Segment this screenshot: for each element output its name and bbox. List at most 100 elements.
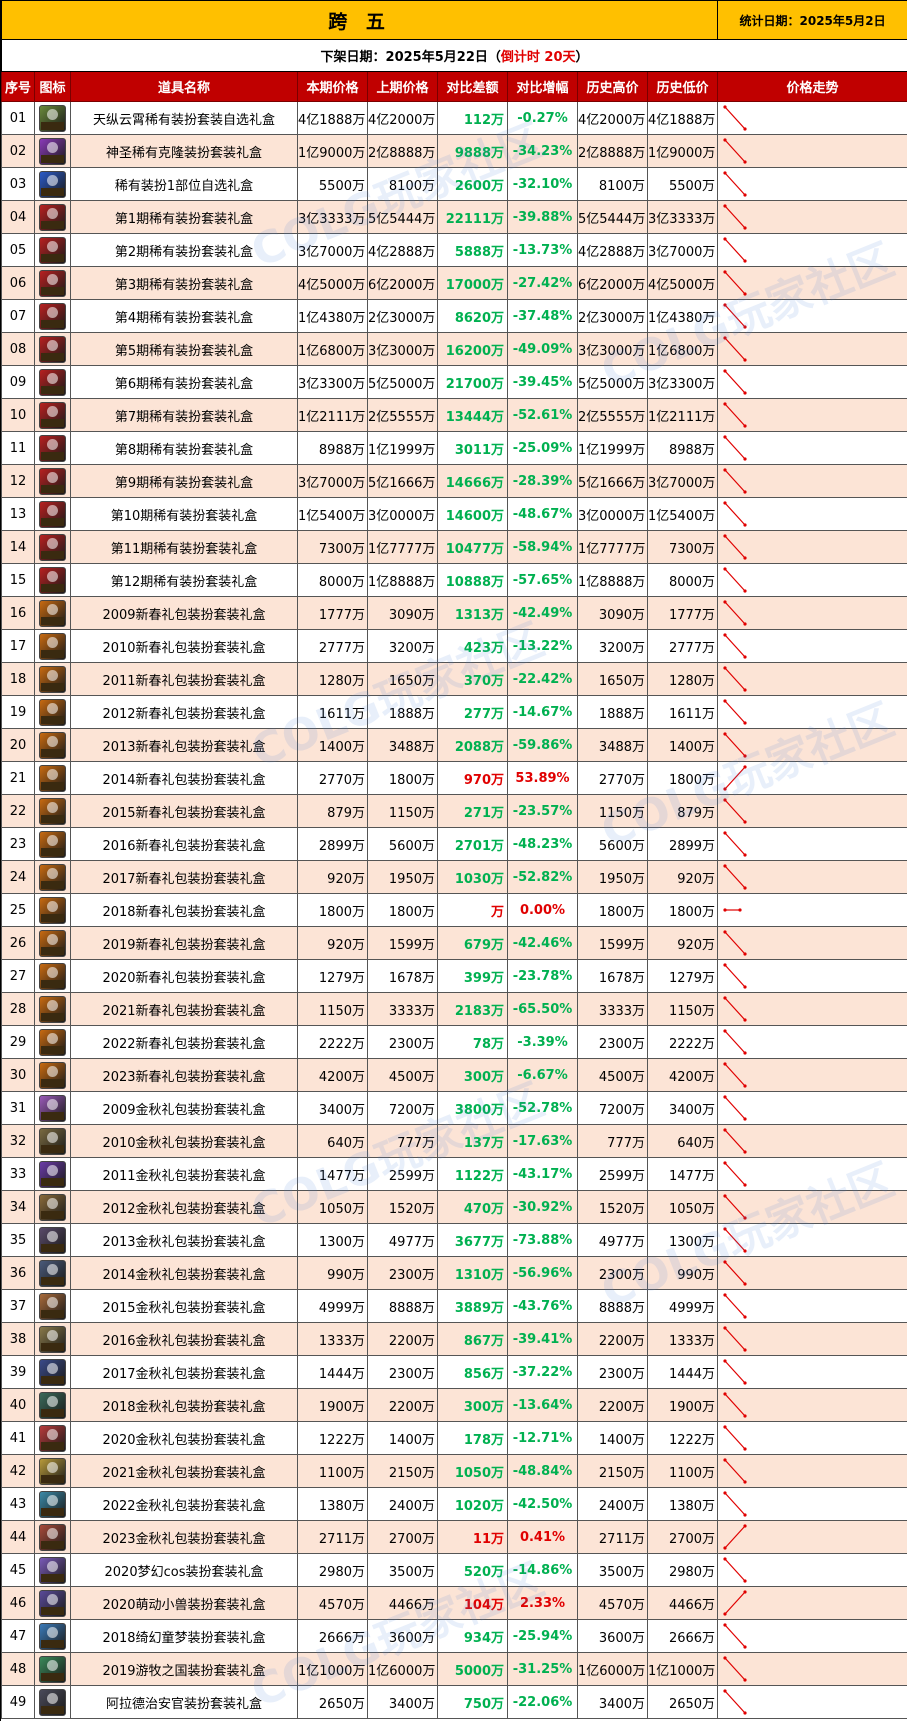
change-percent: -0.27% bbox=[507, 101, 578, 135]
change-percent: -52.82% bbox=[507, 860, 578, 894]
trend-sparkline bbox=[723, 1227, 747, 1253]
trend-line bbox=[724, 568, 746, 592]
trend-point bbox=[743, 589, 747, 593]
item-name: 2014新春礼包装扮套装礼盒 bbox=[70, 761, 298, 795]
item-name: 2010金秋礼包装扮套装礼盒 bbox=[70, 1124, 298, 1158]
history-high: 1678万 bbox=[577, 959, 648, 993]
trend-point bbox=[743, 952, 747, 956]
table-row: 01 天纵云霄稀有装扮套装自选礼盒 4亿1888万 4亿2000万 112万 -0.27%… bbox=[1, 101, 907, 135]
history-high: 2150万 bbox=[577, 1454, 648, 1488]
change-percent: -14.86% bbox=[507, 1553, 578, 1587]
gift-box-icon bbox=[39, 401, 66, 429]
icon-highlight bbox=[47, 999, 58, 1011]
current-price: 3亿3300万 bbox=[297, 365, 368, 399]
trend-sparkline bbox=[723, 1689, 747, 1715]
table-row: 42 2021金秋礼包装扮套装礼盒 1100万 2150万 1050万 -48.84% 21… bbox=[1, 1454, 907, 1488]
history-low: 1280万 bbox=[646, 662, 719, 696]
table-row: 39 2017金秋礼包装扮套装礼盒 1444万 2300万 856万 -37.22% 230… bbox=[1, 1355, 907, 1389]
previous-price: 1亿6000万 bbox=[367, 1652, 438, 1686]
gift-box-icon bbox=[39, 1424, 66, 1452]
tradable-tag-icon bbox=[41, 913, 64, 922]
current-price: 1477万 bbox=[297, 1157, 368, 1191]
current-price: 2222万 bbox=[297, 1025, 368, 1059]
table-row: 04 第1期稀有装扮套装礼盒 3亿3333万 5亿5444万 22111万 -39.88%… bbox=[1, 200, 907, 234]
history-high: 3亿3000万 bbox=[577, 332, 648, 366]
trend-line bbox=[724, 865, 746, 889]
price-difference: 423万 bbox=[437, 629, 508, 663]
tradable-tag-icon bbox=[41, 286, 64, 295]
price-difference: 17000万 bbox=[437, 266, 508, 300]
trend-line bbox=[724, 1426, 746, 1450]
trend-cell bbox=[717, 662, 907, 696]
change-percent: -39.88% bbox=[507, 200, 578, 234]
previous-price: 1678万 bbox=[367, 959, 438, 993]
gift-box-icon bbox=[39, 203, 66, 231]
change-percent: -27.42% bbox=[507, 266, 578, 300]
price-difference: 300万 bbox=[437, 1058, 508, 1092]
gift-box-icon bbox=[39, 1358, 66, 1386]
item-name: 2019新春礼包装扮套装礼盒 bbox=[70, 926, 298, 960]
gift-box-icon bbox=[39, 731, 66, 759]
row-icon-cell bbox=[34, 1553, 71, 1587]
offline-prefix: 下架日期：2025年5月22日（ bbox=[320, 50, 501, 65]
item-name: 2022金秋礼包装扮套装礼盒 bbox=[70, 1487, 298, 1521]
trend-point bbox=[723, 402, 727, 406]
row-icon-cell bbox=[34, 1025, 71, 1059]
item-name: 第1期稀有装扮套装礼盒 bbox=[70, 200, 298, 234]
trend-cell bbox=[717, 1553, 907, 1587]
gift-box-icon bbox=[39, 170, 66, 198]
row-icon-cell bbox=[34, 1058, 71, 1092]
trend-line bbox=[724, 1129, 746, 1153]
row-number: 05 bbox=[1, 233, 35, 267]
row-icon-cell bbox=[34, 1091, 71, 1125]
row-icon-cell bbox=[34, 629, 71, 663]
price-difference: 112万 bbox=[437, 101, 508, 135]
row-number: 16 bbox=[1, 596, 35, 630]
table-row: 26 2019新春礼包装扮套装礼盒 920万 1599万 679万 -42.46% 1599… bbox=[1, 926, 907, 960]
current-price: 1279万 bbox=[297, 959, 368, 993]
column-header-row: 序号 图标 道具名称 本期价格 上期价格 对比差额 对比增幅 历史高价 历史低价… bbox=[1, 71, 907, 102]
icon-highlight bbox=[47, 867, 58, 879]
table-row: 03 稀有装扮1部位自选礼盒 5500万 8100万 2600万 -32.10% 8100万… bbox=[1, 167, 907, 201]
row-icon-cell bbox=[34, 530, 71, 564]
tradable-tag-icon bbox=[41, 1705, 64, 1714]
history-low: 1050万 bbox=[646, 1190, 719, 1224]
price-difference: 3677万 bbox=[437, 1223, 508, 1257]
previous-price: 1950万 bbox=[367, 860, 438, 894]
table-row: 28 2021新春礼包装扮套装礼盒 1150万 3333万 2183万 -65.50% 33… bbox=[1, 992, 907, 1026]
trend-line bbox=[724, 1360, 746, 1384]
history-low: 640万 bbox=[646, 1124, 719, 1158]
trend-point bbox=[743, 325, 747, 329]
trend-point bbox=[723, 468, 727, 472]
col-header-trend: 价格走势 bbox=[717, 71, 907, 102]
table-row: 19 2012新春礼包装扮套装礼盒 1611万 1888万 277万 -14.67% 188… bbox=[1, 695, 907, 729]
history-high: 2300万 bbox=[577, 1025, 648, 1059]
trend-cell bbox=[717, 959, 907, 993]
price-difference: 3800万 bbox=[437, 1091, 508, 1125]
table-row: 47 2018绮幻童梦装扮套装礼盒 2666万 3600万 934万 -25.94% 360… bbox=[1, 1619, 907, 1653]
tradable-tag-icon bbox=[41, 1276, 64, 1285]
history-high: 8100万 bbox=[577, 167, 648, 201]
current-price: 1777万 bbox=[297, 596, 368, 630]
row-number: 30 bbox=[1, 1058, 35, 1092]
col-header-icon: 图标 bbox=[34, 71, 71, 102]
price-difference: 1030万 bbox=[437, 860, 508, 894]
trend-sparkline bbox=[723, 1062, 747, 1088]
row-number: 32 bbox=[1, 1124, 35, 1158]
previous-price: 3488万 bbox=[367, 728, 438, 762]
history-low: 2222万 bbox=[646, 1025, 719, 1059]
gift-box-icon bbox=[39, 1457, 66, 1485]
current-price: 3亿7000万 bbox=[297, 464, 368, 498]
trend-cell bbox=[717, 101, 907, 135]
trend-point bbox=[723, 567, 727, 571]
trend-point bbox=[723, 908, 727, 912]
row-icon-cell bbox=[34, 233, 71, 267]
row-icon-cell bbox=[34, 101, 71, 135]
row-icon-cell bbox=[34, 860, 71, 894]
tradable-tag-icon bbox=[41, 385, 64, 394]
trend-point bbox=[723, 534, 727, 538]
row-icon-cell bbox=[34, 1652, 71, 1686]
change-percent: -48.84% bbox=[507, 1454, 578, 1488]
change-percent: -43.76% bbox=[507, 1289, 578, 1323]
history-low: 1444万 bbox=[646, 1355, 719, 1389]
